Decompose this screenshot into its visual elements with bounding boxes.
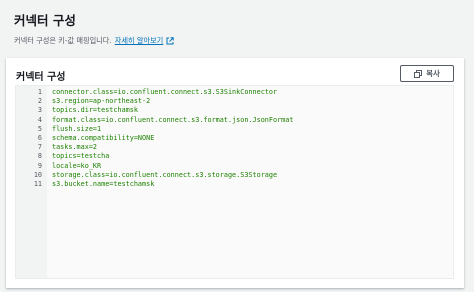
line-number: 4: [37, 115, 42, 124]
copy-icon: [414, 69, 423, 78]
connector-config-panel: 커넥터 구성 복사 1 connector.class=io.confluent.…: [6, 58, 464, 288]
line-number: 9: [37, 161, 42, 170]
line-number: 8: [37, 152, 42, 161]
code-line: 1 connector.class=io.confluent.connect.s3…: [16, 88, 453, 97]
code-text: schema.compatibility=NONE: [52, 133, 155, 142]
line-number: 3: [37, 106, 42, 115]
code-line: 8 topics=testcha: [16, 152, 453, 161]
code-lines: 1 connector.class=io.confluent.connect.s3…: [16, 88, 453, 189]
code-viewer[interactable]: 1 connector.class=io.confluent.connect.s3…: [15, 85, 454, 279]
code-line: 11 s3.bucket.name=testchamsk: [16, 180, 453, 189]
external-link-icon[interactable]: [166, 37, 174, 45]
line-number: 10: [33, 170, 42, 179]
code-text: flush.size=1: [52, 124, 102, 133]
code-text: locale=ko_KR: [52, 161, 102, 170]
description-text: 커넥터 구성은 키-값 매핑입니다.: [14, 36, 112, 45]
code-line: 2 s3.region=ap-northeast-2: [16, 97, 453, 106]
code-text: topics.dir=testchamsk: [52, 106, 138, 115]
code-line: 5 flush.size=1: [16, 125, 453, 134]
code-line: 3 topics.dir=testchamsk: [16, 106, 453, 115]
code-text: s3.bucket.name=testchamsk: [52, 179, 155, 188]
line-number: 6: [37, 133, 42, 142]
code-text: s3.region=ap-northeast-2: [52, 97, 151, 106]
code-text: tasks.max=2: [52, 143, 98, 152]
learn-more-link[interactable]: 자세히 알아보기: [115, 36, 164, 46]
page-title: 커넥터 구성: [14, 13, 76, 28]
copy-button-label: 복사: [426, 69, 440, 78]
code-text: connector.class=io.confluent.connect.s3.…: [52, 88, 278, 96]
page-header: 커넥터 구성 커넥터 구성은 키-값 매핑입니다. 자세히 알아보기: [14, 10, 174, 46]
code-text: storage.class=io.confluent.connect.s3.st…: [52, 170, 278, 179]
line-number: 2: [37, 97, 42, 106]
code-text: format.class=io.confluent.connect.s3.for…: [52, 115, 294, 124]
page-description: 커넥터 구성은 키-값 매핑입니다. 자세히 알아보기: [14, 36, 174, 46]
copy-button[interactable]: 복사: [400, 65, 454, 82]
code-line: 10 storage.class=io.confluent.connect.s3.…: [16, 171, 453, 180]
code-line: 9 locale=ko_KR: [16, 162, 453, 171]
line-number: 7: [37, 143, 42, 152]
code-line: 7 tasks.max=2: [16, 143, 453, 152]
line-number: 11: [33, 179, 42, 188]
line-number: 1: [37, 88, 42, 96]
line-number: 5: [37, 124, 42, 133]
code-line: 6 schema.compatibility=NONE: [16, 134, 453, 143]
code-text: topics=testcha: [52, 152, 110, 161]
code-line: 4 format.class=io.confluent.connect.s3.fo…: [16, 116, 453, 125]
panel-title: 커넥터 구성: [16, 72, 66, 83]
